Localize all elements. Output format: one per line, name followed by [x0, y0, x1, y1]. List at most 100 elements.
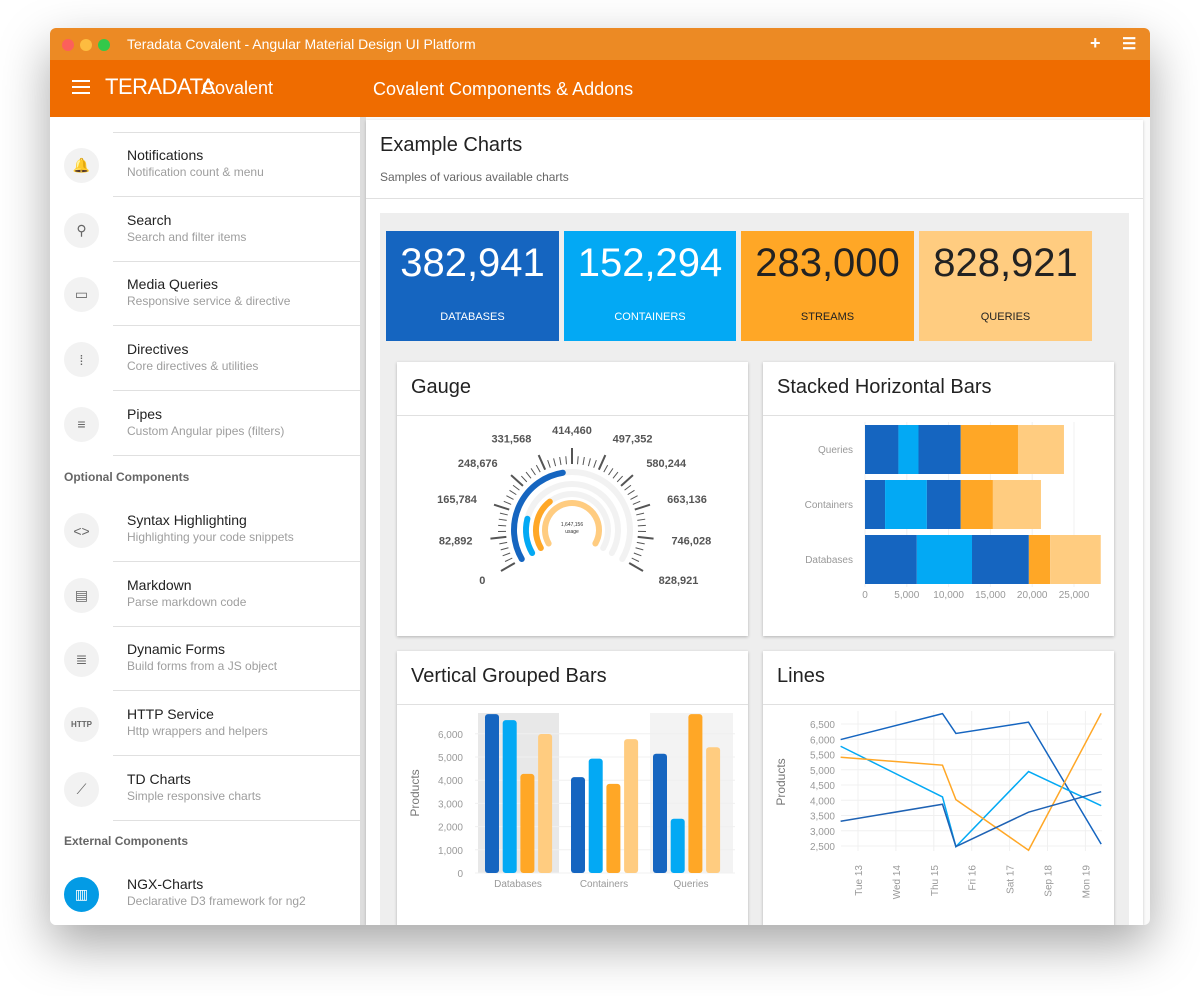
hamburger-menu-icon[interactable] [72, 80, 90, 98]
bar[interactable] [606, 783, 621, 873]
bar[interactable] [653, 753, 667, 873]
line-series-0[interactable] [840, 712, 1102, 845]
sidebar-nav: 🔔 Notifications Notification count & menu ⚲… [50, 117, 360, 925]
bar[interactable] [520, 773, 535, 873]
y-tick-label: 3,000 [438, 799, 463, 810]
bar[interactable] [688, 714, 703, 873]
bar[interactable] [624, 739, 639, 873]
bell-icon: 🔔 [64, 148, 99, 183]
gauge-tick-label: 82,892 [439, 535, 473, 547]
gauge-tick [636, 512, 645, 516]
teradata-logo[interactable]: TERADATA [105, 74, 216, 100]
bar-segment[interactable] [916, 535, 973, 584]
main-content: Example Charts Samples of various availa… [366, 120, 1143, 925]
sidebar-item-description: Simple responsive charts [127, 788, 262, 803]
bar-segment[interactable] [960, 480, 993, 529]
sidebar-item-search[interactable]: ⚲ Search Search and filter items [50, 198, 360, 262]
gauge-tick [520, 475, 528, 483]
gauge-tick [587, 458, 591, 467]
sidebar-item-description: Declarative D3 framework for ng2 [127, 894, 306, 908]
show-chart-icon: ⟋ [64, 771, 99, 807]
bar[interactable] [485, 714, 499, 873]
http-icon: HTTP [64, 707, 99, 743]
kpi-tile-containers: 152,294 CONTAINERS [564, 231, 736, 341]
bar-segment[interactable] [1017, 425, 1064, 474]
gauge-tick [530, 468, 536, 476]
sidebar-item-description: Responsive service & directive [127, 294, 291, 309]
x-category-label: Containers [580, 879, 628, 890]
y-axis-label: Products [774, 758, 788, 805]
y-category-label: Databases [805, 555, 853, 566]
bar-segment[interactable] [898, 425, 919, 474]
x-tick-label: Thu 15 [930, 865, 941, 897]
stacked-bar-chart: 0 5,000 10,000 15,000 20,000 25,000 Queries Con… [805, 422, 1101, 601]
x-category-label: Queries [673, 879, 708, 890]
bar-segment[interactable] [885, 480, 927, 529]
sidebar-item-ngx-charts[interactable]: ▥ NGX-Charts Declarative D3 framework for … [50, 862, 360, 925]
x-tick-label: 0 [862, 590, 868, 601]
minimize-window-button[interactable] [80, 39, 92, 51]
sidebar-item-dynamic-forms[interactable]: ≣ Dynamic Forms Build forms from a JS obje… [50, 627, 360, 692]
gauge-tick [612, 471, 619, 479]
gauge-tick-label: 663,136 [667, 494, 707, 506]
bar[interactable] [588, 758, 603, 873]
bar-segment[interactable] [960, 425, 1018, 474]
app-toolbar: TERADATA Covalent Covalent Components & … [50, 60, 1150, 117]
gauge-tick-label: 414,460 [552, 425, 592, 437]
x-tick-label: 5,000 [894, 590, 919, 601]
line-series-1[interactable] [840, 745, 1102, 849]
y-tick-label: 5,000 [810, 766, 835, 777]
sidebar-item-description: Custom Angular pipes (filters) [127, 423, 285, 438]
line-chart: 2,500 3,000 3,500 4,000 4,500 5,000 5,500 6,000… [774, 711, 1102, 899]
gauge-tick [565, 456, 567, 465]
y-tick-label: 4,000 [438, 776, 463, 787]
kpi-label: QUERIES [980, 311, 1031, 323]
bar-segment[interactable] [865, 425, 899, 474]
gauge-tick [608, 468, 614, 476]
gauge-tick [500, 562, 516, 572]
menu-icon[interactable]: ☰ [1122, 34, 1136, 54]
sidebar-item-pipes[interactable]: ≡ Pipes Custom Angular pipes (filters) [50, 392, 360, 456]
bar-segment[interactable] [972, 535, 1029, 584]
bar-segment[interactable] [865, 535, 917, 584]
gauge-tick [506, 495, 514, 500]
bar[interactable] [670, 818, 685, 873]
sidebar-item-markdown[interactable]: ▤ Markdown Parse markdown code [50, 563, 360, 627]
gauge-tick [499, 512, 508, 516]
bar[interactable] [571, 777, 585, 873]
maximize-window-button[interactable] [98, 39, 110, 51]
gauge-tick [624, 484, 632, 491]
bar[interactable] [706, 747, 721, 873]
sidebar-item-syntax-highlighting[interactable]: <> Syntax Highlighting Highlighting your c… [50, 498, 360, 562]
bar[interactable] [502, 720, 517, 873]
sidebar-item-http-service[interactable]: HTTP HTTP Service Http wrappers and helper… [50, 692, 360, 757]
y-axis-label: Products [408, 769, 422, 816]
sidebar-item-media-queries[interactable]: ▭ Media Queries Responsive service & direc… [50, 262, 360, 327]
sidebar-item-description: Search and filter items [127, 229, 247, 244]
gauge-tick [616, 475, 624, 483]
kpi-tile-queries: 828,921 QUERIES [919, 231, 1092, 341]
sidebar-item-notifications[interactable]: 🔔 Notifications Notification count & menu [50, 133, 360, 197]
bar-segment[interactable] [1050, 535, 1101, 584]
kpi-value: 283,000 [755, 241, 900, 285]
line-series-2[interactable] [840, 712, 1102, 852]
plus-icon[interactable]: + [1090, 33, 1101, 54]
bar-segment[interactable] [1028, 535, 1051, 584]
bar[interactable] [538, 734, 553, 873]
section-header-external: External Components [64, 834, 189, 848]
gauge-tick-label: 746,028 [671, 535, 711, 547]
bar-segment[interactable] [992, 480, 1041, 529]
grouped-bar-chart: 0 1,000 2,000 3,000 4,000 5,000 6,000 Products D… [408, 713, 735, 890]
sidebar-item-td-charts[interactable]: ⟋ TD Charts Simple responsive charts [50, 757, 360, 821]
gauge-tick-label: 331,568 [492, 434, 532, 446]
bar-segment[interactable] [865, 480, 886, 529]
bar-segment[interactable] [926, 480, 961, 529]
format-align-center-icon: ≣ [64, 642, 99, 678]
sidebar-item-description: Build forms from a JS object [127, 659, 278, 674]
gauge-tick-label: 165,784 [437, 494, 478, 506]
close-window-button[interactable] [62, 39, 74, 51]
sidebar-item-label: Syntax Highlighting [127, 512, 247, 528]
bar-segment[interactable] [918, 425, 961, 474]
sidebar-item-directives[interactable]: ⁞ Directives Core directives & utilities [50, 327, 360, 392]
y-tick-label: 6,500 [810, 720, 835, 731]
